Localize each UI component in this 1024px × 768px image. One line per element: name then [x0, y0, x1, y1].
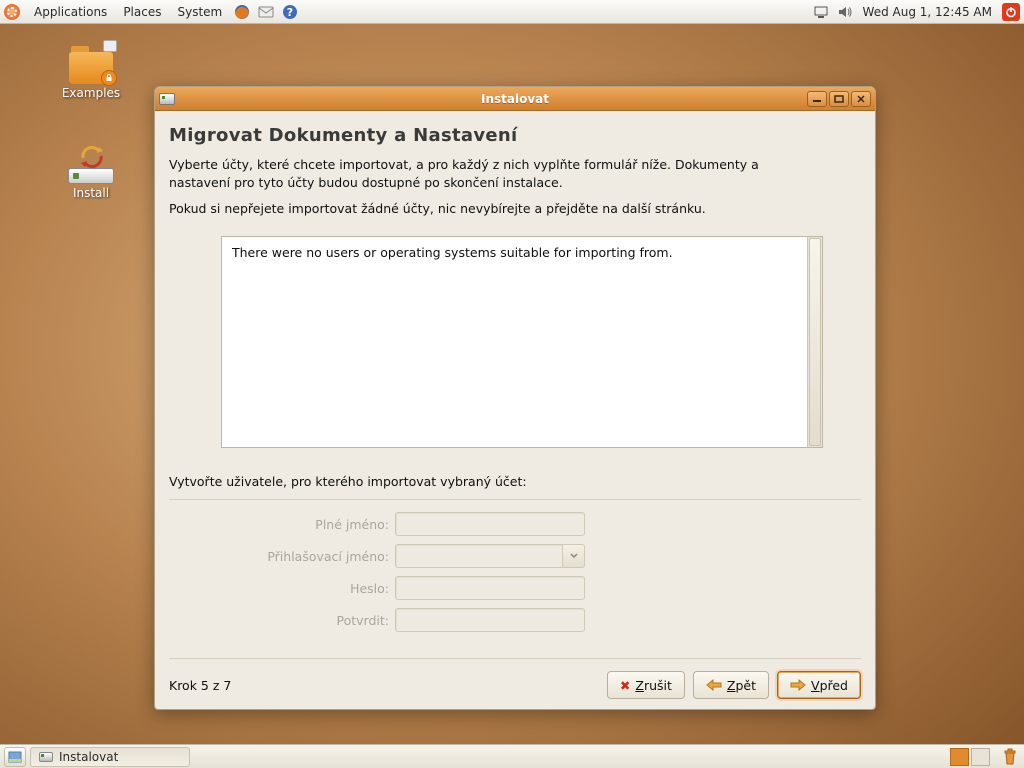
input-login[interactable]	[395, 544, 563, 568]
separator	[169, 499, 861, 500]
shutdown-button[interactable]	[1002, 3, 1020, 21]
page-heading: Migrovat Dokumenty a Nastavení	[169, 125, 861, 146]
arrow-right-icon	[790, 679, 806, 691]
clock[interactable]: Wed Aug 1, 12:45 AM	[857, 5, 998, 19]
volume-icon[interactable]	[836, 3, 854, 21]
firefox-icon[interactable]	[233, 3, 251, 21]
bottom-panel: Instalovat	[0, 744, 1024, 768]
installer-window: Instalovat Migrovat Dokumenty a Nastaven…	[154, 86, 876, 710]
menu-applications[interactable]: Applications	[26, 0, 115, 24]
top-panel: Applications Places System ? Wed Aug 1, …	[0, 0, 1024, 24]
task-app-icon	[39, 752, 53, 762]
label-fullname: Plné jméno:	[209, 517, 389, 532]
workspace-1[interactable]	[950, 748, 969, 766]
intro-paragraph-2: Pokud si nepřejete importovat žádné účty…	[169, 200, 809, 218]
workspace-switcher[interactable]	[950, 748, 990, 766]
titlebar[interactable]: Instalovat	[155, 87, 875, 111]
help-icon[interactable]: ?	[281, 3, 299, 21]
lock-badge-icon	[101, 70, 117, 86]
list-empty-message: There were no users or operating systems…	[232, 245, 673, 260]
forward-button[interactable]: Vpřed	[777, 671, 861, 699]
desktop-icon-examples[interactable]: Examples	[46, 44, 136, 100]
svg-text:?: ?	[287, 6, 293, 19]
show-desktop-button[interactable]	[4, 747, 26, 767]
ubuntu-logo-icon	[4, 4, 20, 20]
shortcut-badge-icon	[103, 40, 117, 52]
mail-icon[interactable]	[257, 3, 275, 21]
desktop-icon-label: Examples	[46, 86, 136, 100]
chevron-down-icon	[570, 553, 578, 559]
cancel-button[interactable]: ✖ Zrušit	[607, 671, 685, 699]
taskbar-item-instalovat[interactable]: Instalovat	[30, 747, 190, 767]
input-fullname[interactable]	[395, 512, 585, 536]
close-button[interactable]	[851, 91, 871, 107]
trash-icon[interactable]	[1000, 747, 1020, 767]
back-button[interactable]: Zpět	[693, 671, 769, 699]
label-login: Přihlašovací jméno:	[209, 549, 389, 564]
menu-places[interactable]: Places	[115, 0, 169, 24]
menu-system[interactable]: System	[169, 0, 230, 24]
maximize-button[interactable]	[829, 91, 849, 107]
desktop-icon-install[interactable]: Install	[46, 144, 136, 200]
create-user-label: Vytvořte uživatele, pro kterého importov…	[169, 474, 861, 489]
cancel-icon: ✖	[620, 678, 630, 693]
window-title: Instalovat	[155, 92, 875, 106]
refresh-arrows-icon	[77, 144, 107, 168]
network-icon[interactable]	[812, 3, 830, 21]
disk-icon	[68, 168, 114, 184]
label-password: Heslo:	[209, 581, 389, 596]
input-confirm[interactable]	[395, 608, 585, 632]
minimize-button[interactable]	[807, 91, 827, 107]
step-indicator: Krok 5 z 7	[169, 678, 231, 693]
intro-paragraph-1: Vyberte účty, které chcete importovat, a…	[169, 156, 809, 192]
desktop-icon-label: Install	[46, 186, 136, 200]
window-app-icon	[159, 93, 175, 105]
taskbar-item-label: Instalovat	[59, 750, 118, 764]
list-scrollbar[interactable]	[807, 236, 823, 448]
login-dropdown-button[interactable]	[563, 544, 585, 568]
input-password[interactable]	[395, 576, 585, 600]
workspace-2[interactable]	[971, 748, 990, 766]
label-confirm: Potvrdit:	[209, 613, 389, 628]
import-accounts-list[interactable]: There were no users or operating systems…	[221, 236, 807, 448]
arrow-left-icon	[706, 679, 722, 691]
